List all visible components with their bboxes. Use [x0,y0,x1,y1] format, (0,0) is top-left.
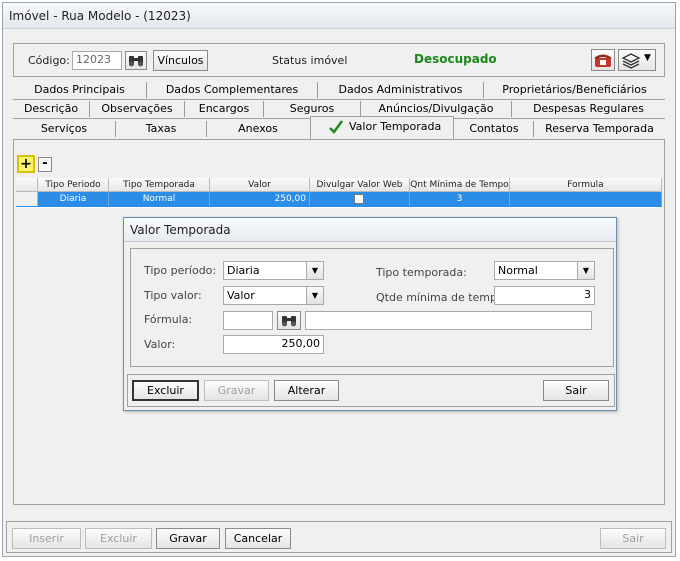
cell-valor: 250,00 [210,192,310,206]
tab-proprietarios[interactable]: Proprietários/Beneficiários [484,81,665,99]
tab-reserva-temporada[interactable]: Reserva Temporada [534,120,665,138]
plus-icon: + [20,156,32,172]
col-divulgar-web[interactable]: Divulgar Valor Web [310,178,410,192]
cancelar-button[interactable]: Cancelar [225,528,291,549]
tab-dados-complementares[interactable]: Dados Complementares [147,81,317,99]
tipo-periodo-select[interactable]: Diaria ▼ [223,261,324,280]
valor-label: Valor: [144,338,176,351]
cell-qnt-minima: 3 [410,192,510,206]
layers-icon [621,53,641,69]
cell-tipo-periodo: Diaria [38,192,109,206]
tab-dados-administrativos[interactable]: Dados Administrativos [318,81,483,99]
qtde-minima-field[interactable]: 3 [494,286,595,305]
tab-row-1: Dados Principais Dados Complementares Da… [13,81,665,99]
phone-button[interactable] [591,49,615,71]
col-formula[interactable]: Formula [510,178,662,192]
dialog-title: Valor Temporada [130,223,231,237]
tab-valor-temporada[interactable]: Valor Temporada [310,116,454,139]
codigo-field[interactable]: 12023 [72,51,122,70]
tipo-periodo-label: Tipo período: [144,264,217,277]
sair-button[interactable]: Sair [600,528,666,549]
chevron-down-icon: ▼ [644,53,651,63]
tab-descricao[interactable]: Descrição [13,100,89,118]
footer-bar: Inserir Excluir Gravar Cancelar Sair [6,521,672,553]
table-row[interactable]: Diaria Normal 250,00 3 [16,192,662,207]
formula-description-field[interactable] [305,311,592,330]
tipo-valor-label: Tipo valor: [144,289,202,302]
remove-row-button[interactable]: - [38,157,52,172]
formula-label: Fórmula: [144,313,193,326]
excluir-button[interactable]: Excluir [85,528,152,549]
tab-taxas[interactable]: Taxas [116,120,206,138]
codigo-label: Código: [28,54,70,67]
tipo-valor-select[interactable]: Valor ▼ [223,286,324,305]
col-tipo-periodo[interactable]: Tipo Periodo [38,178,109,192]
status-label: Status imóvel [272,54,348,67]
cell-divulgar-web [310,192,410,206]
chevron-down-icon: ▼ [306,287,323,304]
dialog-sair-button[interactable]: Sair [543,380,609,401]
gravar-button[interactable]: Gravar [156,528,220,549]
tab-valor-temporada-label: Valor Temporada [349,120,442,133]
cell-tipo-temporada: Normal [109,192,210,206]
dialog-titlebar: Valor Temporada [124,218,616,242]
dialog-buttonbar: Excluir Gravar Alterar Sair [127,374,615,407]
dialog-excluir-button[interactable]: Excluir [132,380,199,401]
window-title: Imóvel - Rua Modelo - (12023) [9,9,191,23]
status-value: Desocupado [414,52,497,66]
check-icon [329,120,344,134]
grid: Tipo Periodo Tipo Temporada Valor Divulg… [16,178,662,208]
layers-menu-button[interactable]: ▼ [618,49,656,71]
dialog-gravar-button[interactable]: Gravar [204,380,269,401]
binoculars-icon [129,56,143,67]
phone-icon [594,54,612,67]
col-qnt-minima[interactable]: Qnt Mínima de Tempo [410,178,510,192]
tab-row-3: Serviços Taxas Anexos Valor Temporada Co… [13,116,665,139]
inserir-button[interactable]: Inserir [12,528,81,549]
content-panel: + - Tipo Periodo Tipo Temporada Valor Di… [13,139,665,505]
tipo-temporada-label: Tipo temporada: [376,266,467,279]
col-valor[interactable]: Valor [210,178,310,192]
main-window: Imóvel - Rua Modelo - (12023) Código: 12… [2,2,676,557]
dialog-alterar-button[interactable]: Alterar [274,380,339,401]
qtde-minima-label: Qtde mínima de tempo: [376,291,508,304]
chevron-down-icon: ▼ [306,262,323,279]
formula-code-field[interactable] [223,311,273,330]
tab-dados-principais[interactable]: Dados Principais [13,81,146,99]
tab-servicos[interactable]: Serviços [13,120,115,138]
binoculars-icon [282,316,296,327]
tab-encargos[interactable]: Encargos [185,100,263,118]
title-bar: Imóvel - Rua Modelo - (12023) [3,3,675,29]
dialog-form-panel: Tipo período: Diaria ▼ Tipo temporada: N… [130,248,614,367]
chevron-down-icon: ▼ [577,262,594,279]
tab-despesas-regulares[interactable]: Despesas Regulares [512,100,665,118]
grid-header: Tipo Periodo Tipo Temporada Valor Divulg… [16,178,662,192]
tab-observacoes[interactable]: Observações [90,100,184,118]
header-panel: Código: 12023 Vínculos Status imóvel Des… [13,43,665,77]
divulgar-web-checkbox[interactable] [354,194,364,204]
col-tipo-temporada[interactable]: Tipo Temporada [109,178,210,192]
cell-formula [510,192,662,206]
add-row-button[interactable]: + [17,155,35,173]
tab-anexos[interactable]: Anexos [207,120,309,138]
tipo-temporada-select[interactable]: Normal ▼ [494,261,595,280]
tab-contatos[interactable]: Contatos [455,120,533,138]
valor-temporada-dialog: Valor Temporada Tipo período: Diaria ▼ T… [123,217,617,411]
valor-field[interactable]: 250,00 [223,335,324,354]
search-formula-button[interactable] [277,311,301,330]
vinculos-button[interactable]: Vínculos [153,50,208,71]
minus-icon: - [42,156,48,171]
search-codigo-button[interactable] [125,51,147,70]
